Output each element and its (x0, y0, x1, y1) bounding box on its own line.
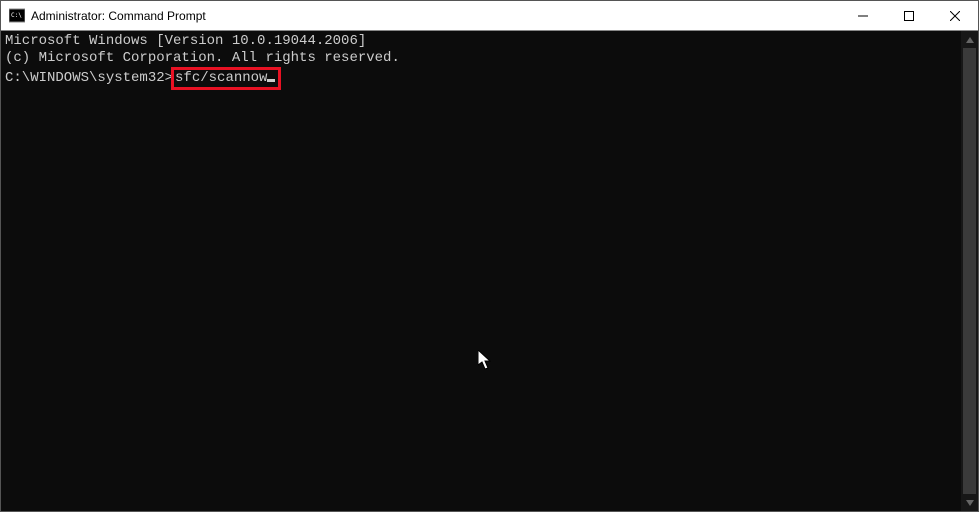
maximize-button[interactable] (886, 1, 932, 30)
command-text: sfc/scannow (175, 70, 267, 86)
copyright-line: (c) Microsoft Corporation. All rights re… (5, 50, 957, 67)
console-area: Microsoft Windows [Version 10.0.19044.20… (1, 31, 978, 511)
vertical-scrollbar[interactable] (961, 31, 978, 511)
text-cursor (267, 79, 275, 82)
prompt-line: C:\WINDOWS\system32>sfc/scannow (5, 67, 957, 90)
version-line: Microsoft Windows [Version 10.0.19044.20… (5, 33, 957, 50)
minimize-button[interactable] (840, 1, 886, 30)
console-output[interactable]: Microsoft Windows [Version 10.0.19044.20… (1, 31, 961, 511)
command-highlight: sfc/scannow (171, 67, 281, 90)
prompt-text: C:\WINDOWS\system32> (5, 70, 173, 86)
svg-text:C:\: C:\ (11, 12, 22, 19)
scroll-up-arrow[interactable] (961, 31, 978, 48)
cmd-icon: C:\ (9, 8, 25, 24)
scroll-down-arrow[interactable] (961, 494, 978, 511)
scroll-thumb[interactable] (963, 48, 976, 494)
close-button[interactable] (932, 1, 978, 30)
window-controls (840, 1, 978, 30)
command-prompt-window: C:\ Administrator: Command Prompt Micros… (0, 0, 979, 512)
titlebar[interactable]: C:\ Administrator: Command Prompt (1, 1, 978, 31)
scroll-track[interactable] (961, 48, 978, 494)
window-title: Administrator: Command Prompt (31, 9, 840, 23)
